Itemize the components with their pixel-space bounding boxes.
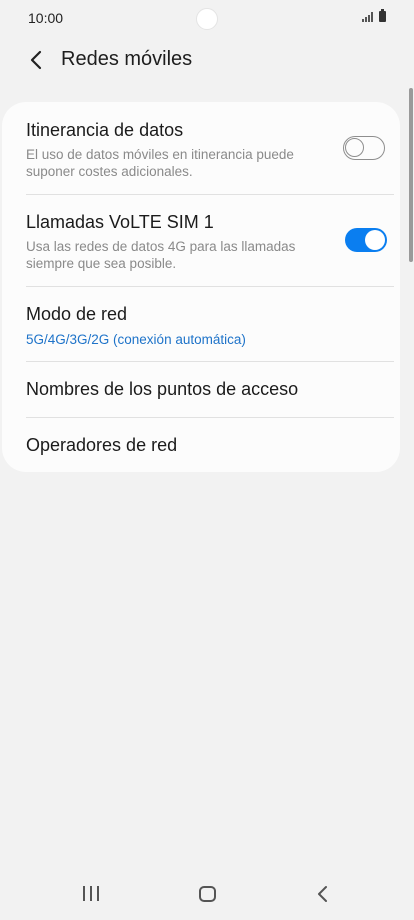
settings-card: Itinerancia de datos El uso de datos móv… xyxy=(2,102,400,472)
back-icon[interactable] xyxy=(314,884,332,904)
setting-description: El uso de datos móviles en itinerancia p… xyxy=(26,147,294,179)
volte-toggle[interactable] xyxy=(345,228,387,252)
chevron-left-icon[interactable] xyxy=(22,46,50,74)
status-icons xyxy=(362,9,386,22)
app-header: Redes móviles xyxy=(0,40,414,80)
status-bar: 10:00 xyxy=(0,0,414,36)
home-icon[interactable] xyxy=(199,886,216,902)
setting-title: Nombres de los puntos de acceso xyxy=(26,379,299,399)
setting-access-point-names[interactable]: Nombres de los puntos de acceso xyxy=(2,362,400,417)
battery-icon xyxy=(379,9,386,22)
scrollbar[interactable] xyxy=(409,88,413,262)
setting-value: 5G/4G/3G/2G (conexión automática) xyxy=(26,332,246,347)
setting-title: Modo de red xyxy=(26,304,128,324)
camera-cutout xyxy=(196,8,218,30)
recents-icon[interactable] xyxy=(83,886,99,901)
status-time: 10:00 xyxy=(28,10,64,26)
setting-data-roaming[interactable]: Itinerancia de datos El uso de datos móv… xyxy=(2,102,400,194)
setting-title: Operadores de red xyxy=(26,435,178,455)
setting-volte-sim1[interactable]: Llamadas VoLTE SIM 1 Usa las redes de da… xyxy=(2,195,400,286)
page-title: Redes móviles xyxy=(61,48,193,70)
setting-network-mode[interactable]: Modo de red 5G/4G/3G/2G (conexión automá… xyxy=(2,287,400,362)
data-roaming-toggle[interactable] xyxy=(343,136,385,160)
setting-network-operators[interactable]: Operadores de red xyxy=(2,418,400,472)
setting-title: Llamadas VoLTE SIM 1 xyxy=(26,212,214,232)
setting-title: Itinerancia de datos xyxy=(26,120,184,140)
navigation-bar xyxy=(0,870,414,920)
signal-icon xyxy=(362,12,373,22)
setting-description: Usa las redes de datos 4G para las llama… xyxy=(26,239,296,271)
